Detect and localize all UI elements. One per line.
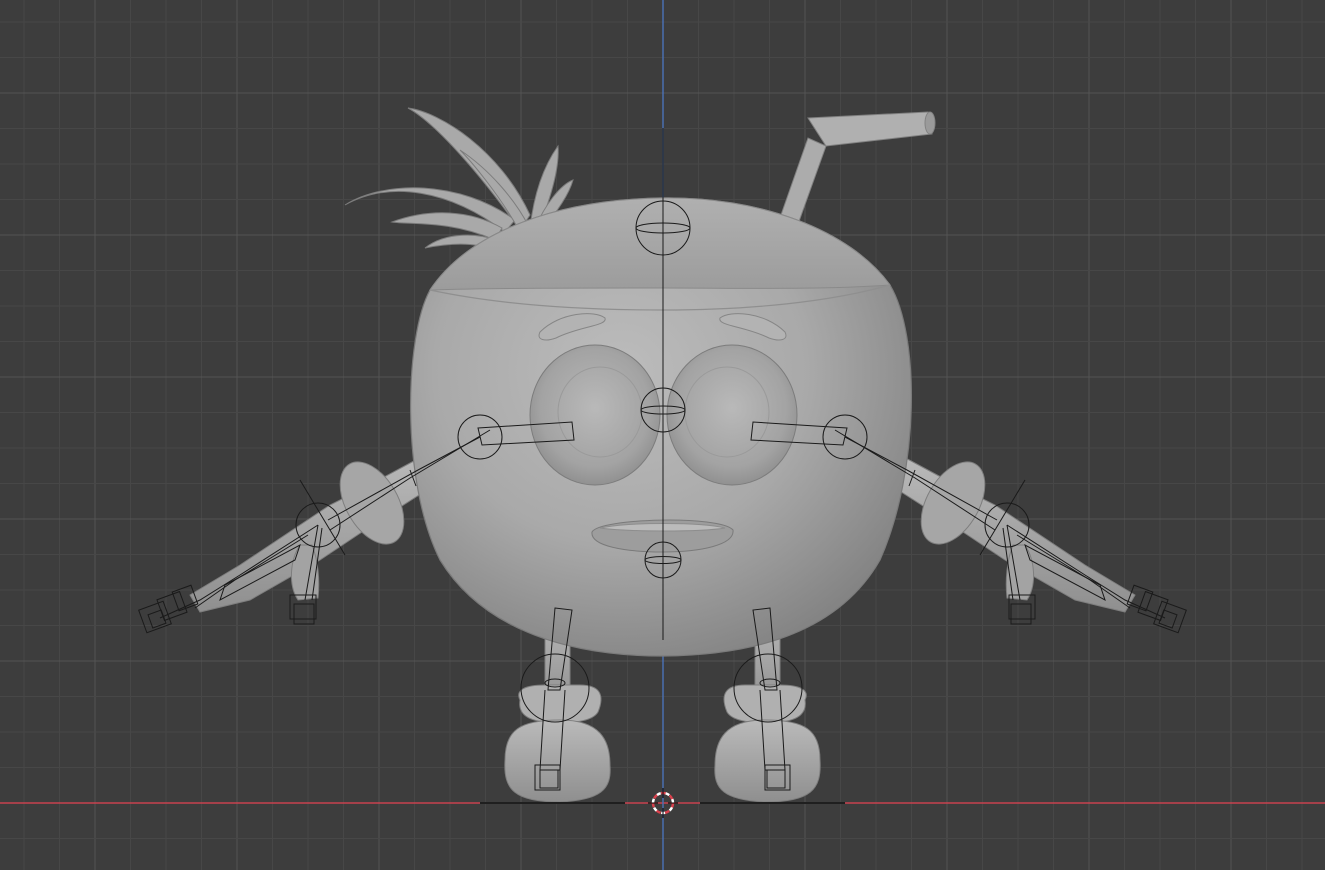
left-arm [189, 454, 431, 613]
3d-viewport[interactable] [0, 0, 1325, 870]
right-arm [894, 454, 1136, 613]
viewport-canvas[interactable] [0, 0, 1325, 870]
